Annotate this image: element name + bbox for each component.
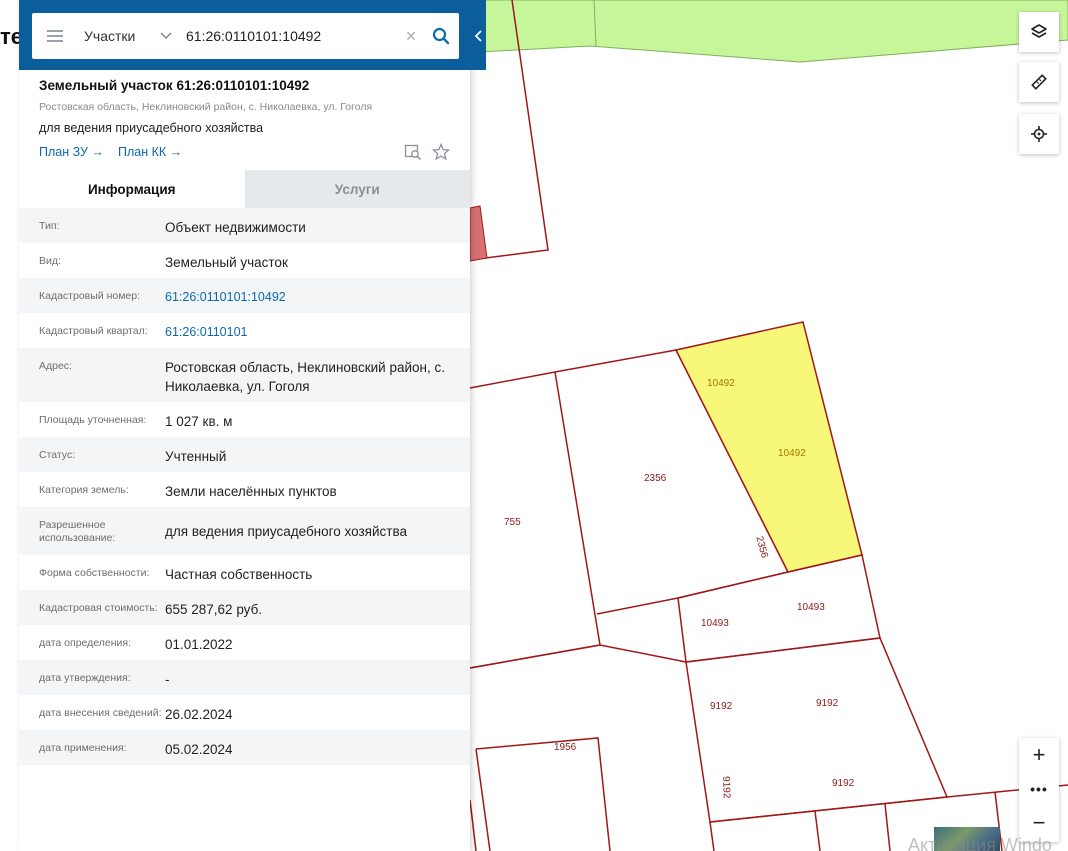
menu-icon <box>47 30 63 42</box>
cad-quarter-link[interactable]: 61:26:0110101 <box>165 313 470 348</box>
ruler-icon <box>1031 74 1047 90</box>
info-key: Категория земель: <box>39 484 129 496</box>
parcel-label: 1956 <box>554 742 577 753</box>
preview-icon[interactable] <box>404 143 422 166</box>
info-key: Статус: <box>39 449 76 461</box>
info-value: для ведения приусадебного хозяйства <box>165 524 407 539</box>
windows-activation-watermark: Активация Windo <box>908 835 1052 851</box>
info-key: Вид: <box>39 255 61 267</box>
info-key: дата утверждения: <box>39 672 131 684</box>
parcel-label: 10493 <box>701 618 729 629</box>
parcel-label: 10492 <box>707 378 735 389</box>
parcel-label: 9192 <box>816 698 839 709</box>
info-key: Форма собственности: <box>39 567 150 579</box>
info-key: Кадастровый квартал: <box>39 325 148 337</box>
info-value: Частная собственность <box>165 567 313 582</box>
info-row-date-approved: дата утверждения: - <box>19 660 470 695</box>
info-row-category: Категория земель: Земли населённых пункт… <box>19 472 470 507</box>
search-icon <box>432 27 450 45</box>
info-table: Тип: Объект недвижимости Вид: Земельный … <box>19 208 470 765</box>
parcel-lower-left <box>469 644 687 669</box>
cad-number-link[interactable]: 61:26:0110101:10492 <box>165 278 470 313</box>
search-button[interactable] <box>423 13 459 59</box>
parcel-1956 <box>475 737 611 851</box>
locate-icon <box>1031 126 1047 142</box>
info-row-type: Тип: Объект недвижимости <box>19 208 470 243</box>
chevron-down-icon <box>160 29 172 43</box>
more-button[interactable]: ••• <box>1019 772 1059 806</box>
layers-button[interactable] <box>1019 12 1059 52</box>
info-row-kind: Вид: Земельный участок <box>19 243 470 278</box>
info-value: Учтенный <box>165 449 227 464</box>
menu-button[interactable] <box>32 13 78 59</box>
info-row-date-entered: дата внесения сведений: 26.02.2024 <box>19 695 470 730</box>
info-value: 655 287,62 руб. <box>165 602 263 617</box>
info-key: дата применения: <box>39 742 127 754</box>
info-key: Кадастровая стоимость: <box>39 602 158 614</box>
parcel-label: 755 <box>504 517 521 528</box>
search-type-label: Участки <box>84 28 136 44</box>
info-value: 1 027 кв. м <box>165 414 233 429</box>
parcel-label: 9192 <box>720 776 732 799</box>
zoom-controls: + ••• − <box>1019 738 1059 842</box>
info-value: Земельный участок <box>165 255 288 270</box>
search-input[interactable] <box>178 21 399 51</box>
object-purpose: для ведения приусадебного хозяйства <box>39 121 264 135</box>
search-box: Участки × <box>32 13 459 59</box>
info-row-area: Площадь уточненная: 1 027 кв. м <box>19 402 470 437</box>
info-row-date-applied: дата применения: 05.02.2024 <box>19 730 470 765</box>
clear-search-button[interactable]: × <box>399 26 423 47</box>
info-key: Площадь уточненная: <box>39 414 147 426</box>
info-row-status: Статус: Учтенный <box>19 437 470 472</box>
info-row-cad-quarter: Кадастровый квартал: 61:26:0110101 <box>19 313 470 348</box>
info-row-allowed-use: Разрешенное использование: для ведения п… <box>19 507 470 555</box>
panel-tabs: Информация Услуги <box>19 170 470 208</box>
parcel-label: 10493 <box>797 602 825 613</box>
star-icon[interactable] <box>431 142 451 166</box>
info-row-ownership: Форма собственности: Частная собственнос… <box>19 555 470 590</box>
info-value: - <box>165 672 170 687</box>
locate-button[interactable] <box>1019 114 1059 154</box>
parcel-10492 <box>674 321 863 573</box>
info-key: Адрес: <box>39 360 72 372</box>
info-value: Ростовская область, Неклиновский район, … <box>165 360 445 394</box>
layers-icon <box>1031 24 1047 38</box>
info-key: дата определения: <box>39 637 132 649</box>
info-value: 01.01.2022 <box>165 637 233 652</box>
object-title: Земельный участок 61:26:0110101:10492 <box>39 78 310 93</box>
info-value: 26.02.2024 <box>165 707 233 722</box>
info-value: Объект недвижимости <box>165 220 306 235</box>
parcel-bottom-right <box>709 784 1068 823</box>
info-key: Кадастровый номер: <box>39 290 141 302</box>
plan-zu-link[interactable]: План ЗУ → <box>39 145 104 159</box>
info-row-cad-number: Кадастровый номер: 61:26:0110101:10492 <box>19 278 470 313</box>
tab-services[interactable]: Услуги <box>244 170 470 208</box>
info-row-cad-value: Кадастровая стоимость: 655 287,62 руб. <box>19 590 470 625</box>
info-row-date-determined: дата определения: 01.01.2022 <box>19 625 470 660</box>
info-key: Тип: <box>39 220 60 232</box>
object-address: Ростовская область, Неклиновский район, … <box>39 101 373 113</box>
ruler-button[interactable] <box>1019 62 1059 102</box>
chevron-left-icon <box>474 30 482 42</box>
parcel-10493 <box>677 554 881 663</box>
collapse-panel-button[interactable] <box>470 22 486 50</box>
parcel-label: 9192 <box>832 778 855 789</box>
tab-info[interactable]: Информация <box>19 170 245 208</box>
zoom-in-button[interactable]: + <box>1019 738 1059 772</box>
info-key: дата внесения сведений: <box>39 707 162 719</box>
green-zone <box>479 0 1068 63</box>
info-key: Разрешенное использование: <box>39 519 116 544</box>
search-type-select[interactable]: Участки <box>78 28 178 44</box>
red-strip <box>469 205 488 262</box>
parcel-755 <box>469 371 601 669</box>
plan-kk-link[interactable]: План КК → <box>118 145 182 159</box>
info-row-address: Адрес: Ростовская область, Неклиновский … <box>19 348 470 402</box>
parcel-label: 2356 <box>644 473 667 484</box>
info-value: Земли населённых пунктов <box>165 484 337 499</box>
info-value: 05.02.2024 <box>165 742 233 757</box>
parcel-label: 10492 <box>778 448 806 459</box>
parcel-label: 9192 <box>710 701 733 712</box>
